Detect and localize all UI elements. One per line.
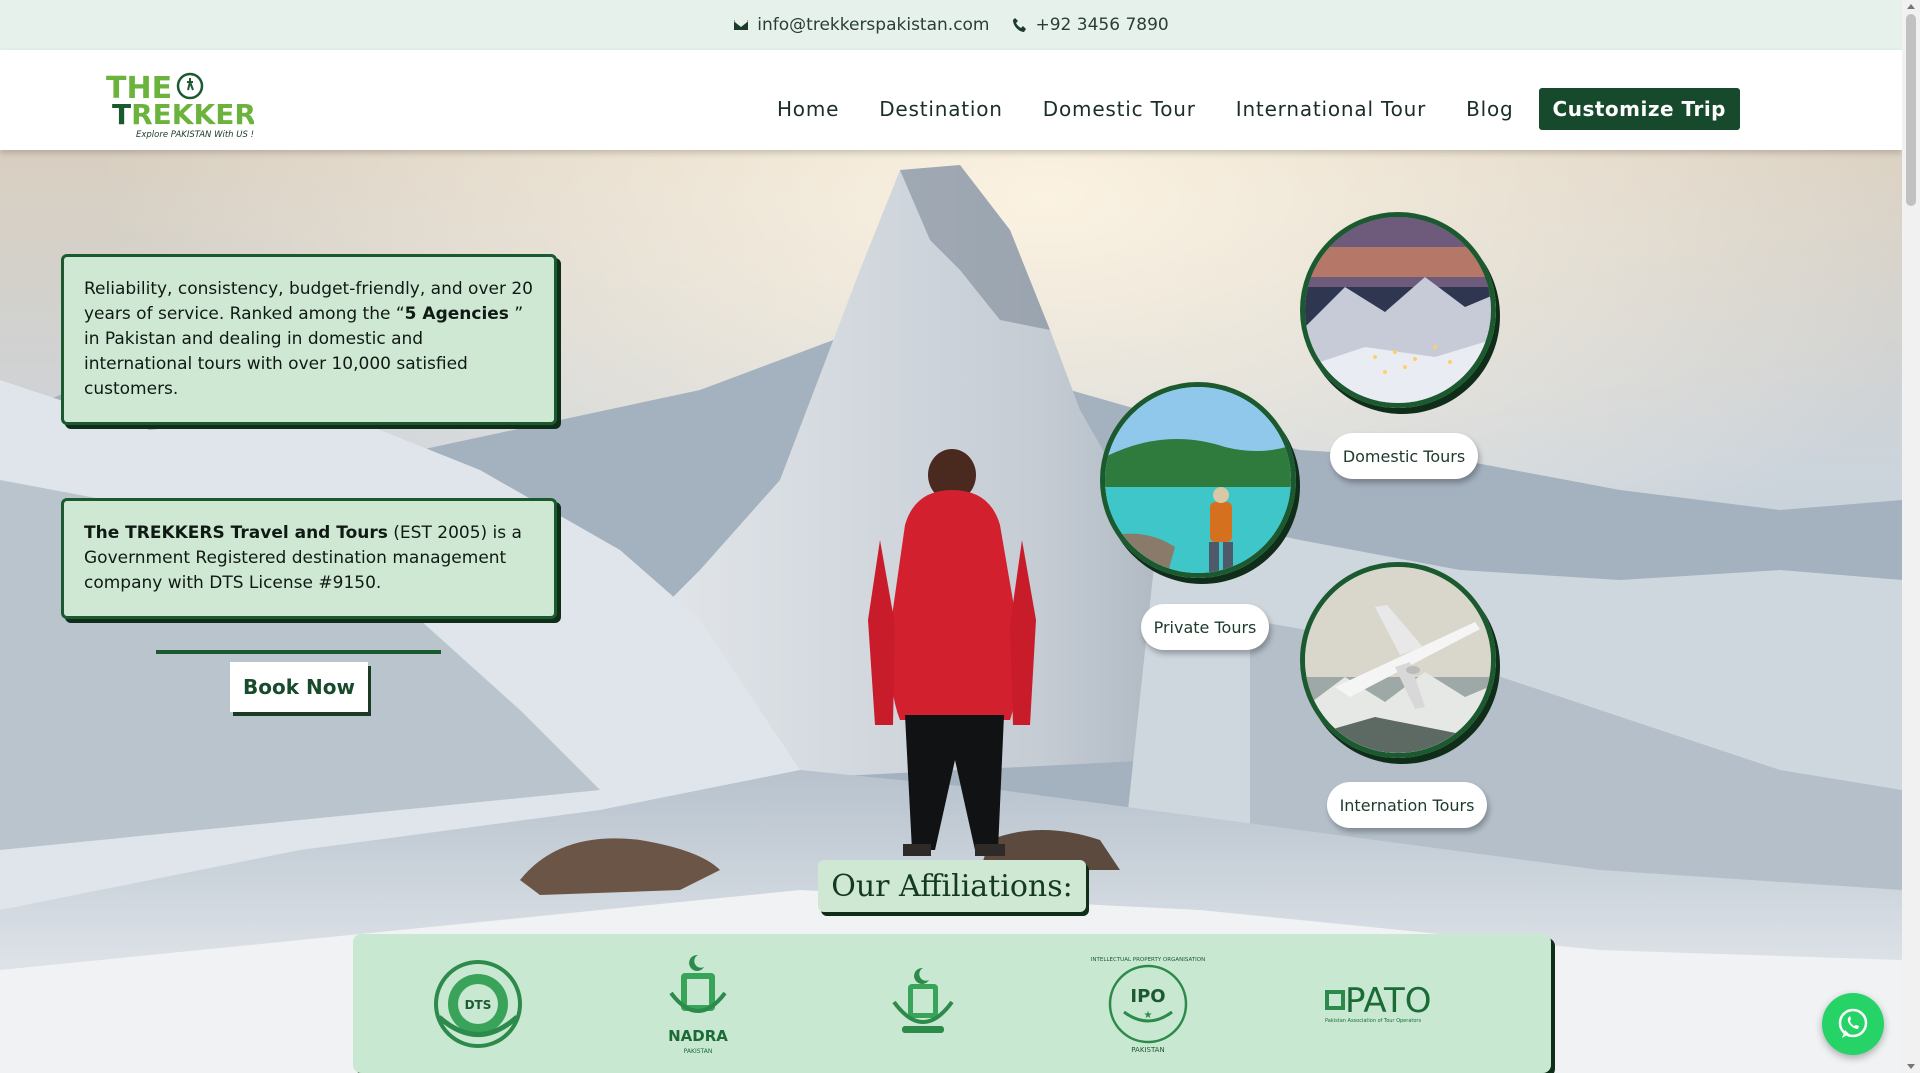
nav-home[interactable]: Home (777, 97, 839, 121)
top-contact-bar: info@trekkerspakistan.com +92 3456 7890 (0, 0, 1902, 50)
ipo-emblem-icon: IPO ★ PAKISTAN INTELLECTUAL PROPERTY ORG… (1091, 957, 1205, 1054)
intro-card-about: The TREKKERS Travel and Tours (EST 2005)… (61, 498, 557, 619)
affiliations-panel: DTS NADRA PAKISTAN IPO ★ PAKISTAN INTELL… (353, 934, 1551, 1073)
logo-tagline: Explore PAKISTAN With US ! (136, 130, 254, 140)
nav-destination[interactable]: Destination (879, 97, 1003, 121)
company-name-text: The TREKKERS Travel and Tours (84, 523, 388, 543)
nadra-emblem-icon: NADRA PAKISTAN (668, 954, 728, 1055)
envelope-icon (734, 20, 749, 30)
international-tours-image[interactable] (1300, 562, 1496, 758)
dts-emblem-icon: DTS (434, 960, 522, 1048)
svg-text:INTELLECTUAL PROPERTY ORGANISA: INTELLECTUAL PROPERTY ORGANISATION (1091, 957, 1205, 963)
email-text[interactable]: info@trekkerspakistan.com (757, 15, 989, 35)
whatsapp-icon (1838, 1008, 1868, 1038)
svg-text:PATO: PATO (1345, 981, 1431, 1021)
customize-trip-button[interactable]: Customize Trip (1538, 88, 1740, 130)
main-nav: Home Destination Domestic Tour Internati… (737, 88, 1740, 130)
nav-international-tour[interactable]: International Tour (1236, 97, 1426, 121)
scroll-thumb[interactable] (1906, 14, 1916, 206)
dts-logo: DTS (428, 949, 528, 1059)
phone-contact[interactable]: +92 3456 7890 (1012, 15, 1169, 35)
nadra-logo: NADRA PAKISTAN (658, 949, 738, 1059)
page-scrollbar[interactable] (1902, 0, 1920, 1073)
phone-text[interactable]: +92 3456 7890 (1036, 15, 1169, 35)
svg-text:IPO: IPO (1130, 986, 1165, 1007)
intro-card-reliability: Reliability, consistency, budget-friendl… (61, 254, 557, 425)
pato-emblem-icon: PATO Pakistan Association of Tour Operat… (1325, 981, 1431, 1024)
five-agencies-text: 5 Agencies (404, 304, 509, 324)
trekkerz-logo[interactable]: THE TREKKERZ Explore PAKISTAN With US ! (104, 66, 254, 140)
hero-section: Reliability, consistency, budget-friendl… (0, 150, 1902, 1073)
domestic-tours-image[interactable] (1300, 212, 1496, 408)
whatsapp-button[interactable] (1822, 993, 1884, 1055)
private-tours-image[interactable] (1100, 382, 1296, 578)
scroll-up-arrow[interactable] (1907, 4, 1915, 9)
svg-text:PAKISTAN: PAKISTAN (1131, 1046, 1164, 1054)
domestic-tours-label[interactable]: Domestic Tours (1330, 433, 1478, 479)
logo-line2: TREKKERZ (112, 98, 254, 131)
svg-text:★: ★ (1144, 1010, 1153, 1021)
state-emblem-icon (892, 967, 954, 1033)
affiliations-title: Our Affiliations: (818, 860, 1086, 912)
nav-blog[interactable]: Blog (1466, 97, 1513, 121)
pato-logo: PATO Pakistan Association of Tour Operat… (1318, 949, 1448, 1059)
divider-line (156, 650, 441, 654)
svg-text:DTS: DTS (465, 998, 492, 1012)
ipo-logo: IPO ★ PAKISTAN INTELLECTUAL PROPERTY ORG… (1091, 949, 1205, 1059)
site-header: THE TREKKERZ Explore PAKISTAN With US ! … (0, 50, 1902, 150)
email-contact[interactable]: info@trekkerspakistan.com (733, 15, 990, 35)
svg-text:NADRA: NADRA (668, 1027, 728, 1045)
nav-domestic-tour[interactable]: Domestic Tour (1043, 97, 1196, 121)
svg-text:Pakistan Association of Tour O: Pakistan Association of Tour Operators (1325, 1018, 1421, 1024)
book-now-button[interactable]: Book Now (230, 662, 368, 712)
private-tours-label[interactable]: Private Tours (1141, 604, 1269, 650)
government-of-pakistan-logo (883, 949, 963, 1059)
scroll-down-arrow[interactable] (1907, 1064, 1915, 1069)
international-tours-label[interactable]: Internation Tours (1327, 782, 1487, 828)
svg-text:PAKISTAN: PAKISTAN (684, 1048, 713, 1055)
phone-icon (1012, 18, 1026, 32)
